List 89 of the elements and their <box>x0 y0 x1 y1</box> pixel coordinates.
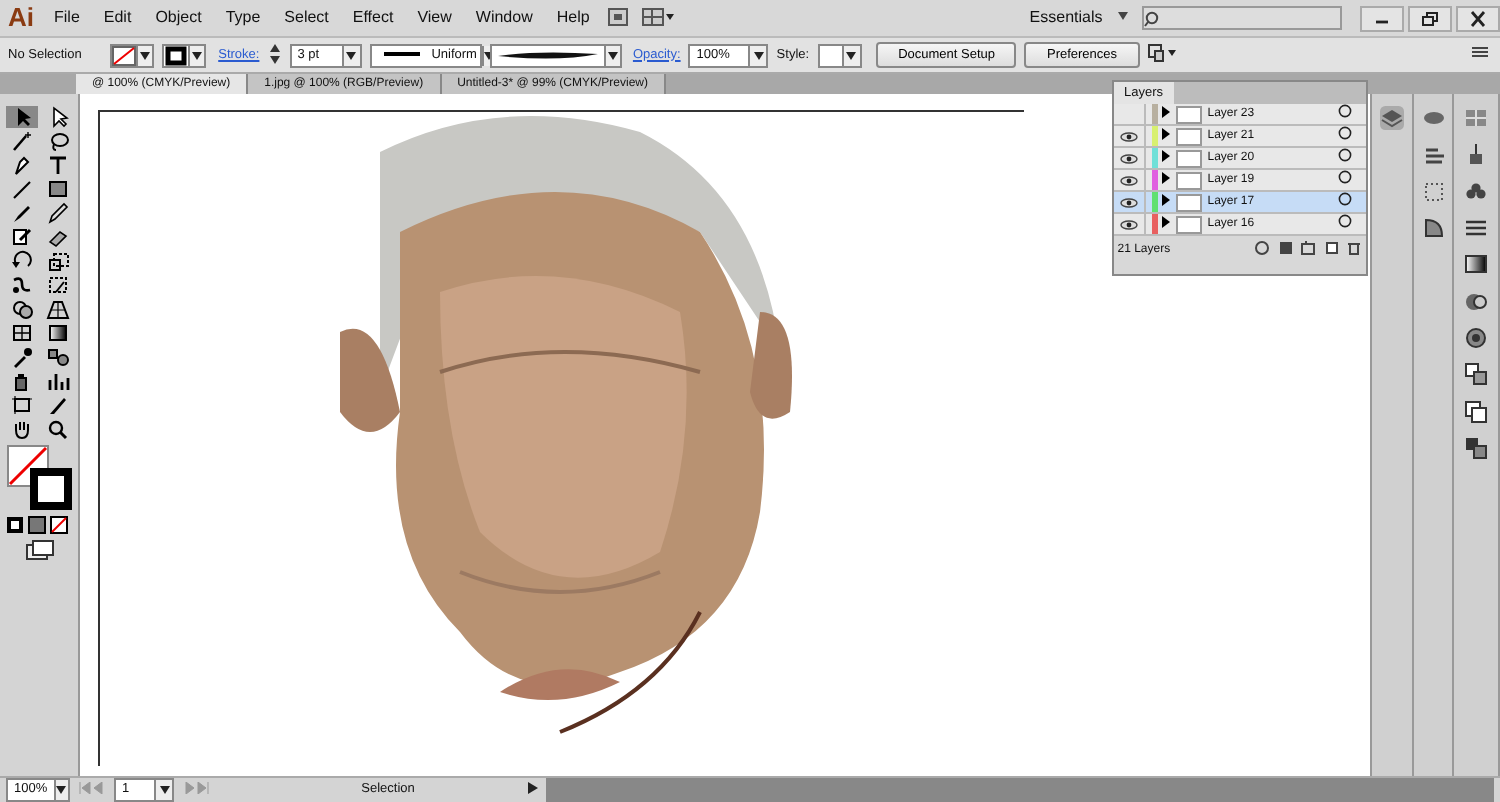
graphic-styles-icon[interactable] <box>1464 362 1489 387</box>
caret-icon <box>159 786 169 794</box>
panel-menu-icon[interactable] <box>1472 46 1489 59</box>
club-icon[interactable] <box>1464 179 1489 204</box>
new-layer-icon[interactable] <box>1323 239 1340 256</box>
stepper-icon[interactable] <box>267 42 282 67</box>
menu-item[interactable]: Effect <box>340 0 406 36</box>
fill-stroke-icon <box>6 443 74 512</box>
close-icon[interactable] <box>1468 9 1488 27</box>
grid-icon[interactable] <box>1421 179 1445 204</box>
screen-mode-icon[interactable] <box>25 540 53 560</box>
shape-builder-icon[interactable] <box>10 298 34 320</box>
layer-thumbnail <box>1175 105 1202 123</box>
bridge-icon[interactable] <box>608 7 629 26</box>
mesh-icon[interactable] <box>10 322 34 344</box>
pencil-icon[interactable] <box>46 202 70 224</box>
none-mode-icon[interactable] <box>49 515 67 533</box>
layers-icon[interactable] <box>1379 106 1404 130</box>
arrange-documents-icon[interactable] <box>642 7 675 26</box>
layer-thumbnail <box>1175 127 1202 145</box>
menu-item[interactable]: File <box>42 0 92 36</box>
caret-icon <box>607 51 618 59</box>
caret-icon <box>846 51 857 59</box>
slice-icon[interactable] <box>46 394 70 416</box>
menu-item[interactable]: Window <box>463 0 545 36</box>
caret-icon <box>753 51 764 59</box>
perspective-grid-icon[interactable] <box>46 298 70 320</box>
style-swatch[interactable] <box>817 43 862 67</box>
paintbrush-icon[interactable] <box>10 202 34 224</box>
scale-icon[interactable] <box>46 250 70 272</box>
menu-item[interactable]: Select <box>272 0 341 36</box>
warp-icon[interactable] <box>10 274 34 296</box>
menu-item[interactable]: Help <box>544 0 602 36</box>
search-icon <box>1144 9 1162 27</box>
cloud-icon[interactable] <box>1421 106 1445 130</box>
new-sublayer-icon[interactable] <box>1300 239 1317 256</box>
trash-icon[interactable] <box>1346 239 1363 256</box>
locate-icon[interactable] <box>1254 239 1271 256</box>
fill-swatch[interactable] <box>110 43 155 67</box>
app-logo: Ai <box>6 2 36 34</box>
zoom-icon[interactable] <box>46 418 70 440</box>
hand-icon[interactable] <box>10 418 34 440</box>
graph-icon[interactable] <box>46 370 70 392</box>
align-icon[interactable] <box>1147 44 1176 63</box>
caret-icon <box>140 51 151 59</box>
artboard-icon[interactable] <box>10 394 34 416</box>
layer-thumbnail <box>1175 193 1202 211</box>
gradient-icon[interactable] <box>46 322 70 344</box>
layer-thumbnail <box>1175 149 1202 167</box>
layer-thumbnail <box>1175 215 1202 233</box>
blob-brush-icon[interactable] <box>10 226 34 248</box>
stroke-panel-icon[interactable] <box>1464 216 1489 241</box>
search-field[interactable] <box>1142 6 1342 30</box>
caret-icon <box>192 51 203 59</box>
caret-icon <box>1118 11 1128 20</box>
type-tool-icon[interactable] <box>46 154 70 176</box>
menu-item[interactable]: Edit <box>91 0 144 36</box>
caret-icon <box>56 786 67 794</box>
pathfinder-icon[interactable] <box>1464 399 1489 424</box>
brush-stroke-icon <box>497 49 598 61</box>
arrange-icon[interactable] <box>1464 436 1489 461</box>
workspace-switcher[interactable]: Essentials <box>1017 0 1115 36</box>
stroke-swatch[interactable] <box>162 43 207 67</box>
rectangle-icon[interactable] <box>46 178 70 200</box>
rotate-icon[interactable] <box>10 250 34 272</box>
pen-icon[interactable] <box>10 154 34 176</box>
restore-icon[interactable] <box>1420 9 1440 27</box>
brush-dropdown[interactable] <box>489 43 622 67</box>
gradient-panel-icon[interactable] <box>1464 252 1489 277</box>
play-icon[interactable] <box>528 781 538 794</box>
eraser-icon[interactable] <box>46 226 70 248</box>
lasso-icon[interactable] <box>46 130 70 152</box>
corner-icon[interactable] <box>1421 216 1445 241</box>
blend-icon[interactable] <box>46 346 70 368</box>
menu-item[interactable]: View <box>405 0 464 36</box>
clipping-mask-icon[interactable] <box>1277 239 1294 256</box>
menu-item[interactable]: Type <box>213 0 273 36</box>
swatches-icon[interactable] <box>1464 106 1489 130</box>
color-mode-icon[interactable] <box>6 515 24 533</box>
menu-item[interactable]: Object <box>143 0 214 36</box>
gradient-mode-icon[interactable] <box>27 515 46 533</box>
free-transform-icon[interactable] <box>46 274 70 296</box>
magic-wand-icon[interactable] <box>10 130 34 152</box>
layer-thumbnail <box>1175 171 1202 189</box>
line-tool-icon[interactable] <box>10 178 34 200</box>
eyedropper-icon[interactable] <box>10 346 34 368</box>
appearance-icon[interactable] <box>1464 326 1489 351</box>
caret-icon <box>346 51 357 59</box>
transparency-icon[interactable] <box>1464 289 1489 314</box>
